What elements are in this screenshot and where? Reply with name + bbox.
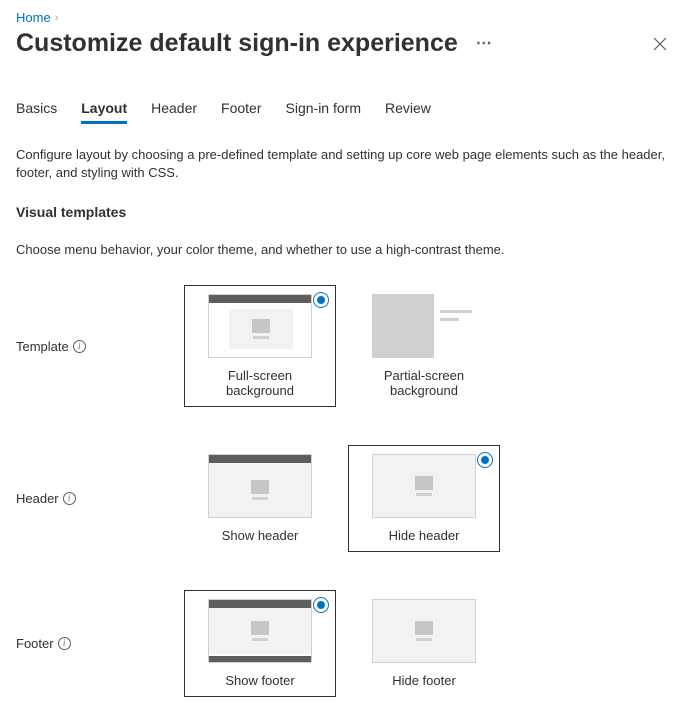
- footer-option-caption: Show footer: [193, 673, 327, 688]
- chevron-right-icon: ›: [55, 12, 59, 24]
- header-option-hide[interactable]: Hide header: [348, 445, 500, 552]
- more-button[interactable]: ⋯: [470, 34, 499, 54]
- template-option-fullscreen[interactable]: Full-screen background: [184, 285, 336, 407]
- visual-templates-heading: Visual templates: [16, 204, 674, 220]
- template-row-label: Template i: [16, 339, 184, 354]
- footer-label-text: Footer: [16, 636, 54, 651]
- tabs: Basics Layout Header Footer Sign-in form…: [16, 94, 674, 124]
- header-label-text: Header: [16, 491, 59, 506]
- header-options: Show header Hide header: [184, 445, 674, 552]
- header-hide-thumbnail: [372, 454, 476, 518]
- tab-footer[interactable]: Footer: [221, 94, 261, 124]
- template-partial-thumbnail: [372, 294, 476, 358]
- footer-row-label: Footer i: [16, 636, 184, 651]
- footer-hide-thumbnail: [372, 599, 476, 663]
- header-row-label: Header i: [16, 491, 184, 506]
- footer-option-hide[interactable]: Hide footer: [348, 590, 500, 697]
- page-title: Customize default sign-in experience: [16, 29, 458, 58]
- tab-basics[interactable]: Basics: [16, 94, 57, 124]
- footer-option-show[interactable]: Show footer: [184, 590, 336, 697]
- close-icon: [653, 37, 667, 51]
- tab-sign-in-form[interactable]: Sign-in form: [286, 94, 361, 124]
- header-option-caption: Hide header: [357, 528, 491, 543]
- info-icon[interactable]: i: [58, 637, 71, 650]
- footer-options: Show footer Hide footer: [184, 590, 674, 697]
- radio-selected-icon: [313, 292, 329, 308]
- template-option-caption: Partial-screen background: [357, 368, 491, 398]
- close-button[interactable]: [646, 30, 674, 58]
- template-label-text: Template: [16, 339, 69, 354]
- template-options: Full-screen background Partial-screen ba…: [184, 285, 674, 407]
- template-option-partial[interactable]: Partial-screen background: [348, 285, 500, 407]
- header-show-thumbnail: [208, 454, 312, 518]
- breadcrumb: Home ›: [16, 8, 674, 27]
- template-option-caption: Full-screen background: [193, 368, 327, 398]
- visual-templates-description: Choose menu behavior, your color theme, …: [16, 242, 674, 257]
- footer-option-caption: Hide footer: [357, 673, 491, 688]
- template-fullscreen-thumbnail: [208, 294, 312, 358]
- info-icon[interactable]: i: [73, 340, 86, 353]
- tab-review[interactable]: Review: [385, 94, 431, 124]
- footer-show-thumbnail: [208, 599, 312, 663]
- tab-header[interactable]: Header: [151, 94, 197, 124]
- header-option-show[interactable]: Show header: [184, 445, 336, 552]
- breadcrumb-home-link[interactable]: Home: [16, 10, 51, 25]
- radio-selected-icon: [477, 452, 493, 468]
- header-option-caption: Show header: [193, 528, 327, 543]
- info-icon[interactable]: i: [63, 492, 76, 505]
- tab-layout[interactable]: Layout: [81, 94, 127, 124]
- layout-description: Configure layout by choosing a pre-defin…: [16, 146, 674, 182]
- radio-selected-icon: [313, 597, 329, 613]
